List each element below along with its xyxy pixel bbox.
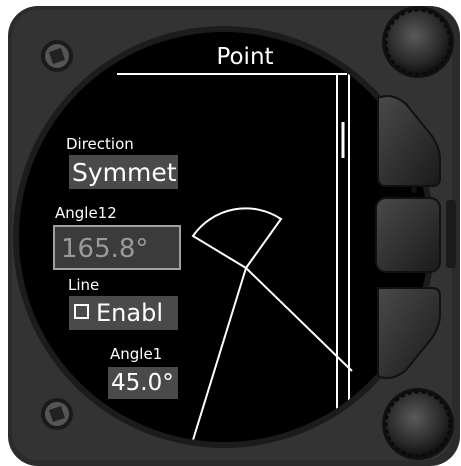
top-right-knob[interactable] — [382, 6, 454, 78]
line-toggle[interactable]: Enabl — [69, 296, 178, 330]
checkbox-icon — [74, 304, 89, 319]
line-label: Line — [68, 276, 100, 294]
screw-icon — [41, 40, 73, 72]
angle12-label: Angle12 — [55, 204, 117, 222]
direction-label: Direction — [66, 135, 134, 153]
bottom-right-knob[interactable] — [382, 388, 454, 460]
angle12-field[interactable]: 165.8° — [53, 225, 181, 270]
angle1-field[interactable]: 45.0° — [108, 367, 178, 399]
direction-field[interactable]: Symmet — [69, 155, 178, 189]
page-title: Point — [216, 44, 274, 70]
screw-icon — [41, 398, 73, 430]
indicator-dot — [411, 187, 417, 193]
side-slot — [446, 200, 456, 268]
middle-soft-button[interactable] — [375, 197, 441, 273]
line-toggle-value: Enabl — [96, 299, 163, 327]
angle1-label: Angle1 — [110, 345, 163, 363]
